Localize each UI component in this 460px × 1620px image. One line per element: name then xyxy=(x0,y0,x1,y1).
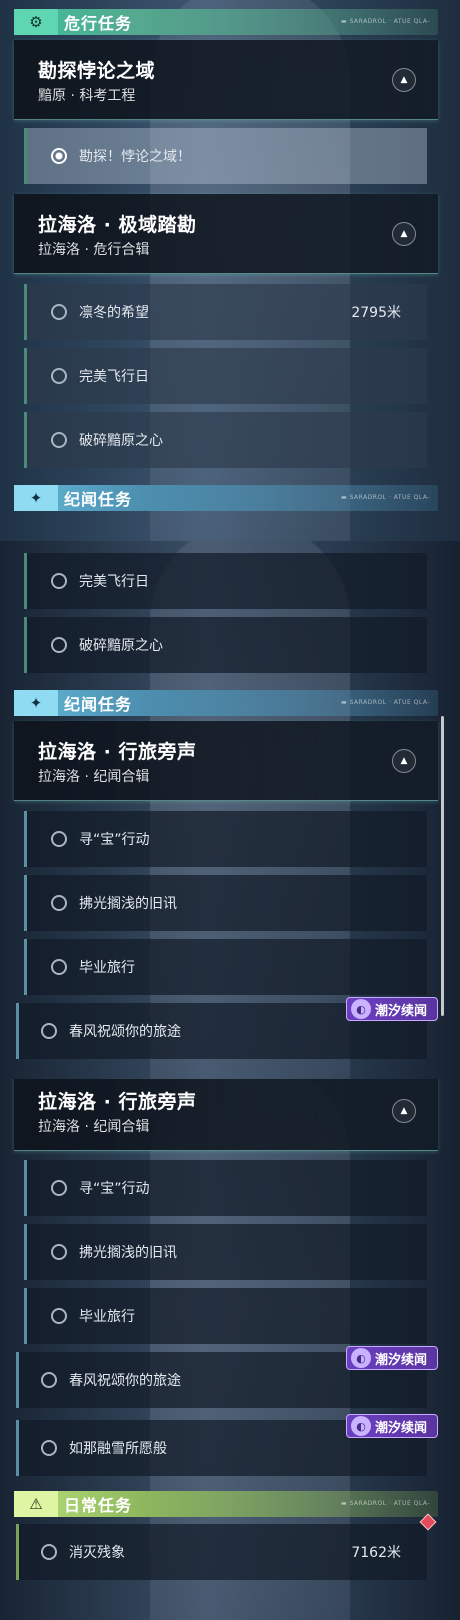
quest-label: 毕业旅行 xyxy=(79,1309,135,1325)
group-title: 勘探悖论之域 xyxy=(38,60,156,82)
badge-label: 潮汐续闻 xyxy=(375,1420,428,1436)
radio-icon xyxy=(51,959,67,975)
radio-icon xyxy=(51,304,67,320)
quest-item[interactable]: 凛冬的希望 2795米 xyxy=(24,284,427,340)
quest-item[interactable]: 完美飞行日 xyxy=(24,553,427,609)
quest-label: 勘探！悖论之域！ xyxy=(79,149,191,165)
tide-story-badge: ◐ 潮汐续闻 xyxy=(346,997,438,1021)
quest-label: 如那融雪所愿般 xyxy=(69,1441,167,1457)
quest-panel-2: 完美飞行日 破碎黯原之心 ✦ 纪闻任务 ▬ SARADROL · ATUE QL… xyxy=(0,541,460,1079)
quest-item[interactable]: 毕业旅行 xyxy=(24,1288,427,1344)
group-subtitle: 拉海洛 · 危行合辑 xyxy=(38,242,150,258)
quest-item[interactable]: 破碎黯原之心 xyxy=(24,617,427,673)
quest-item[interactable]: 寻“宝”行动 xyxy=(24,1160,427,1216)
section-title: 纪闻任务 xyxy=(64,490,133,509)
quest-item-daily[interactable]: 消灭残象 7162米 xyxy=(16,1524,427,1580)
quest-distance: 2795米 xyxy=(351,305,401,321)
quest-group-header[interactable]: 勘探悖论之域 黯原 · 科考工程 ▲ xyxy=(14,40,438,120)
tide-story-badge: ◐ 潮汐续闻 xyxy=(346,1346,438,1370)
quest-item[interactable]: 完美飞行日 xyxy=(24,348,427,404)
radio-icon xyxy=(51,1244,67,1260)
group-subtitle: 拉海洛 · 纪闻合辑 xyxy=(38,1119,150,1135)
group-title: 拉海洛 · 极域踏勘 xyxy=(38,214,197,236)
tide-story-badge: ◐ 潮汐续闻 xyxy=(346,1414,438,1438)
scrollbar[interactable] xyxy=(441,716,444,1016)
radio-icon xyxy=(51,432,67,448)
radio-icon xyxy=(41,1544,57,1560)
quest-item[interactable]: 拂光搁浅的旧讯 xyxy=(24,875,427,931)
badge-label: 潮汐续闻 xyxy=(375,1352,428,1368)
quest-label: 破碎黯原之心 xyxy=(79,433,163,449)
badge-label: 潮汐续闻 xyxy=(375,1003,428,1019)
quest-label: 寻“宝”行动 xyxy=(79,832,150,848)
collapse-icon[interactable]: ▲ xyxy=(392,68,416,92)
quest-label: 完美飞行日 xyxy=(79,574,149,590)
collapse-icon[interactable]: ▲ xyxy=(392,1099,416,1123)
wave-icon: ◐ xyxy=(351,999,371,1019)
collapse-icon[interactable]: ▲ xyxy=(392,222,416,246)
alert-icon: ⚠ xyxy=(14,1491,58,1517)
section-title: 日常任务 xyxy=(64,1496,133,1515)
section-jiwen-header[interactable]: ✦ 纪闻任务 ▬ SARADROL · ATUE QLA- xyxy=(14,690,438,716)
group-subtitle: 黯原 · 科考工程 xyxy=(38,88,136,104)
radio-icon xyxy=(51,637,67,653)
quest-label: 春风祝颂你的旅途 xyxy=(69,1373,181,1389)
radio-icon xyxy=(51,368,67,384)
quest-panel-3: 拉海洛 · 行旅旁声 拉海洛 · 纪闻合辑 ▲ 寻“宝”行动 拂光搁浅的旧讯 毕… xyxy=(0,1079,460,1620)
section-tag: ▬ SARADROL · ATUE QLA- xyxy=(341,1500,430,1507)
quest-group-header[interactable]: 拉海洛 · 行旅旁声 拉海洛 · 纪闻合辑 ▲ xyxy=(14,1079,438,1151)
radio-icon xyxy=(51,1180,67,1196)
quest-item[interactable]: 拂光搁浅的旧讯 xyxy=(24,1224,427,1280)
quest-item[interactable]: 破碎黯原之心 xyxy=(24,412,427,468)
quest-label: 毕业旅行 xyxy=(79,960,135,976)
section-title: 危行任务 xyxy=(64,14,133,33)
quest-group-header[interactable]: 拉海洛 · 行旅旁声 拉海洛 · 纪闻合辑 ▲ xyxy=(14,721,438,801)
quest-label: 拂光搁浅的旧讯 xyxy=(79,896,177,912)
quest-label: 凛冬的希望 xyxy=(79,305,149,321)
quest-group-header[interactable]: 拉海洛 · 极域踏勘 拉海洛 · 危行合辑 ▲ xyxy=(14,194,438,274)
sparkle-icon: ✦ xyxy=(14,485,58,511)
wave-icon: ◐ xyxy=(351,1416,371,1436)
section-weixing-header[interactable]: ⚙ 危行任务 ▬ SARADROL · ATUE QLA- xyxy=(14,9,438,35)
radio-icon xyxy=(41,1440,57,1456)
section-tag: ▬ SARADROL · ATUE QLA- xyxy=(341,494,430,501)
quest-distance: 7162米 xyxy=(351,1545,401,1561)
quest-label: 消灭残象 xyxy=(69,1545,125,1561)
group-title: 拉海洛 · 行旅旁声 xyxy=(38,1091,197,1113)
section-jiwen-header[interactable]: ✦ 纪闻任务 ▬ SARADROL · ATUE QLA- xyxy=(14,485,438,511)
quest-label: 寻“宝”行动 xyxy=(79,1181,150,1197)
radio-icon xyxy=(51,573,67,589)
quest-item[interactable]: 寻“宝”行动 xyxy=(24,811,427,867)
collapse-icon[interactable]: ▲ xyxy=(392,749,416,773)
quest-panel-1: ⚙ 危行任务 ▬ SARADROL · ATUE QLA- 勘探悖论之域 黯原 … xyxy=(0,0,460,541)
radio-icon xyxy=(41,1372,57,1388)
radio-icon xyxy=(41,1023,57,1039)
group-title: 拉海洛 · 行旅旁声 xyxy=(38,741,197,763)
group-subtitle: 拉海洛 · 纪闻合辑 xyxy=(38,769,150,785)
quest-label: 破碎黯原之心 xyxy=(79,638,163,654)
sparkle-icon: ✦ xyxy=(14,690,58,716)
quest-item[interactable]: 毕业旅行 xyxy=(24,939,427,995)
wave-icon: ◐ xyxy=(351,1348,371,1368)
quest-item-selected[interactable]: 勘探！悖论之域！ xyxy=(24,128,427,184)
section-tag: ▬ SARADROL · ATUE QLA- xyxy=(341,18,430,25)
radio-icon xyxy=(51,895,67,911)
quest-label: 拂光搁浅的旧讯 xyxy=(79,1245,177,1261)
quest-label: 春风祝颂你的旅途 xyxy=(69,1024,181,1040)
gear-eye-icon: ⚙ xyxy=(14,9,58,35)
radio-selected-icon xyxy=(51,148,67,164)
section-title: 纪闻任务 xyxy=(64,695,133,714)
quest-label: 完美飞行日 xyxy=(79,369,149,385)
radio-icon xyxy=(51,831,67,847)
section-tag: ▬ SARADROL · ATUE QLA- xyxy=(341,699,430,706)
section-richang-header[interactable]: ⚠ 日常任务 ▬ SARADROL · ATUE QLA- xyxy=(14,1491,438,1517)
radio-icon xyxy=(51,1308,67,1324)
